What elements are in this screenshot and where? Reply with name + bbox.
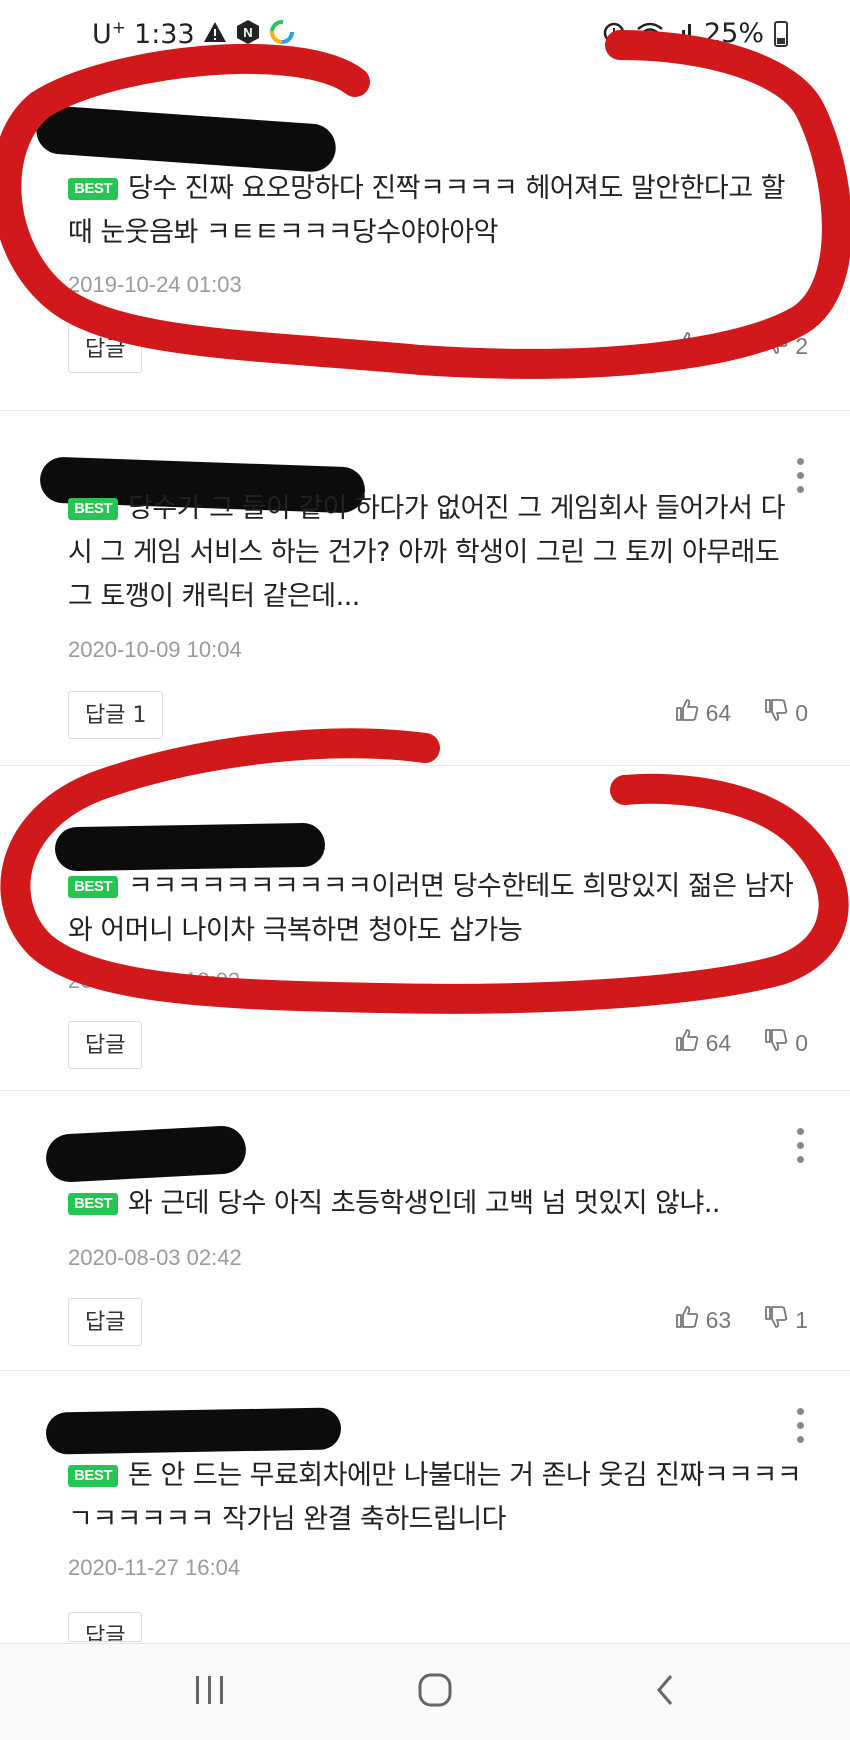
back-button[interactable]	[635, 1672, 695, 1712]
vote-group: 65 2	[674, 330, 808, 362]
comment-item: BEST ㅋㅋㅋㅋㅋㅋㅋㅋㅋㅋ이러면 당수한테도 희망있지 젊은 남자와 어머니 …	[0, 765, 850, 1091]
recent-apps-button[interactable]	[180, 1672, 240, 1712]
home-button[interactable]	[405, 1672, 465, 1712]
best-badge: BEST	[68, 1193, 119, 1215]
reply-button[interactable]: 답글 1	[68, 691, 164, 739]
notification-app-icon: N	[235, 19, 261, 49]
back-icon	[653, 1672, 677, 1712]
best-badge: BEST	[68, 498, 119, 520]
vote-group: 64 0	[674, 697, 808, 729]
comment-item: BEST 돈 안 드는 무료회차에만 나불대는 거 존나 웃김 진짜ㅋㅋㅋㅋㄱㅋㅋ…	[0, 1370, 850, 1670]
more-options-button[interactable]	[794, 1128, 806, 1163]
redacted-username	[45, 1407, 342, 1455]
vote-group: 63 1	[674, 1304, 808, 1336]
more-vertical-icon	[796, 1408, 804, 1415]
thumbs-down-icon	[763, 1304, 789, 1336]
comment-item: BEST 와 근데 당수 아직 초등학생인데 고백 넘 멋있지 않냐.. 2020…	[0, 1090, 850, 1371]
thumbs-up-icon	[674, 330, 700, 362]
battery-icon	[774, 20, 788, 47]
like-count: 64	[705, 1029, 732, 1056]
recent-apps-icon	[192, 1674, 228, 1710]
comment-text: BEST 돈 안 드는 무료회차에만 나불대는 거 존나 웃김 진짜ㅋㅋㅋㅋㄱㅋㅋ…	[68, 1454, 808, 1542]
carrier-label: U+	[92, 18, 127, 50]
wifi-icon	[636, 21, 664, 47]
comment-date: 2020-08-03 02:42	[68, 1245, 242, 1270]
status-right: 25%	[602, 18, 788, 49]
home-icon	[417, 1672, 453, 1712]
comment-item: BEST 당수가 그 둘이 같이 하다가 없어진 그 게임회사 들어가서 다시 그…	[0, 410, 850, 766]
more-vertical-icon	[796, 1128, 804, 1135]
like-count: 63	[705, 1306, 732, 1333]
best-badge: BEST	[68, 1465, 119, 1487]
alarm-icon	[602, 20, 626, 48]
comment-date: 2020-11-27 16:04	[68, 1555, 241, 1580]
comment-text-content: 당수 진짜 요오망하다 진짝ㅋㅋㅋㅋ 헤어져도 말안한다고 할때 눈웃음봐 ㅋㅌ…	[68, 173, 786, 248]
like-button[interactable]: 64	[674, 1027, 732, 1059]
thumbs-up-icon	[674, 1304, 700, 1336]
like-button[interactable]: 63	[674, 1304, 732, 1336]
reply-button[interactable]: 답글	[68, 1612, 143, 1642]
dislike-button[interactable]: 2	[763, 330, 808, 362]
more-options-button[interactable]	[794, 1408, 806, 1443]
reply-button[interactable]: 답글	[68, 1021, 143, 1069]
signal-icon	[674, 21, 694, 47]
like-button[interactable]: 64	[674, 697, 732, 729]
thumbs-up-icon	[674, 697, 700, 729]
comment-text: BEST 와 근데 당수 아직 초등학생인데 고백 넘 멋있지 않냐..	[68, 1182, 808, 1226]
comment-text-content: 와 근데 당수 아직 초등학생인데 고백 넘 멋있지 않냐..	[128, 1188, 720, 1219]
battery-percent: 25%	[703, 18, 764, 49]
status-left: U+ 1:33 N	[92, 18, 295, 50]
warning-icon	[203, 21, 227, 47]
comment-text: BEST 당수가 그 둘이 같이 하다가 없어진 그 게임회사 들어가서 다시 그…	[68, 487, 808, 619]
more-vertical-icon	[796, 458, 804, 465]
comment-text-content: 돈 안 드는 무료회차에만 나불대는 거 존나 웃김 진짜ㅋㅋㅋㅋㄱㅋㅋㅋㅋㅋ …	[68, 1460, 802, 1535]
thumbs-down-icon	[763, 330, 789, 362]
comment-text-content: 당수가 그 둘이 같이 하다가 없어진 그 게임회사 들어가서 다시 그 게임 …	[68, 493, 785, 612]
comment-date: 2020-10-09 10:04	[68, 637, 242, 662]
like-button[interactable]: 65	[674, 330, 732, 362]
reply-button[interactable]: 답글	[68, 1298, 143, 1346]
like-count: 64	[705, 699, 732, 726]
thumbs-down-icon	[763, 1027, 789, 1059]
status-time: 1:33	[134, 18, 195, 50]
status-bar: U+ 1:33 N 25%	[0, 0, 850, 70]
vote-group: 64 0	[674, 1027, 808, 1059]
dislike-count: 1	[795, 1306, 808, 1333]
dislike-button[interactable]: 0	[763, 697, 808, 729]
comment-text: BEST 당수 진짜 요오망하다 진짝ㅋㅋㅋㅋ 헤어져도 말안한다고 할때 눈웃음…	[68, 167, 808, 255]
dislike-count: 0	[795, 1029, 808, 1056]
comment-date: 2020-06-11 13:02	[68, 968, 241, 993]
comment-item: BEST 당수 진짜 요오망하다 진짝ㅋㅋㅋㅋ 헤어져도 말안한다고 할때 눈웃음…	[0, 85, 850, 411]
like-count: 65	[705, 332, 732, 359]
colorful-app-icon	[269, 19, 295, 49]
navigation-bar	[0, 1643, 850, 1740]
svg-text:N: N	[243, 25, 252, 40]
dislike-count: 0	[795, 699, 808, 726]
thumbs-down-icon	[763, 697, 789, 729]
comment-date: 2019-10-24 01:03	[68, 272, 242, 297]
dislike-count: 2	[795, 332, 808, 359]
best-badge: BEST	[68, 178, 119, 200]
comment-text: BEST ㅋㅋㅋㅋㅋㅋㅋㅋㅋㅋ이러면 당수한테도 희망있지 젊은 남자와 어머니 …	[68, 865, 808, 953]
redacted-username	[44, 1124, 248, 1184]
comment-text-content: ㅋㅋㅋㅋㅋㅋㅋㅋㅋㅋ이러면 당수한테도 희망있지 젊은 남자와 어머니 나이차 …	[68, 871, 794, 946]
thumbs-up-icon	[674, 1027, 700, 1059]
dislike-button[interactable]: 0	[763, 1027, 808, 1059]
redacted-username	[34, 104, 338, 174]
reply-button[interactable]: 답글	[68, 325, 143, 373]
dislike-button[interactable]: 1	[763, 1304, 808, 1336]
best-badge: BEST	[68, 876, 119, 898]
